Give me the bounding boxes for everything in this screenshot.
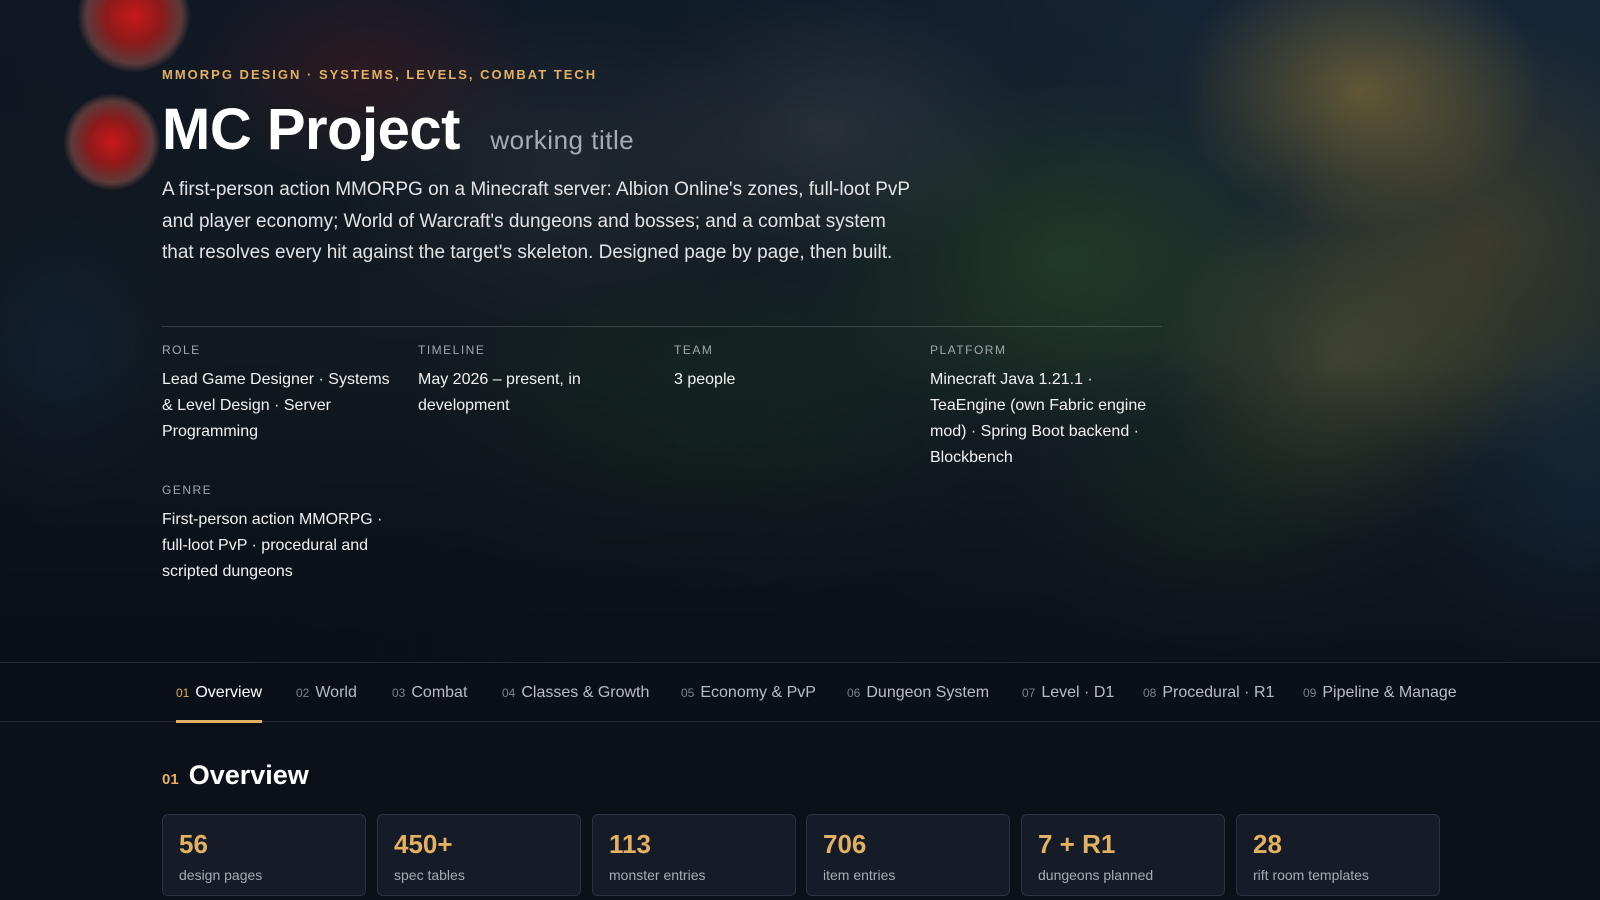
tab-label: Economy & PvP [700,684,816,701]
meta-platform: PLATFORM Minecraft Java 1.21.1 · TeaEngi… [930,343,1165,471]
hero-divider [162,326,1162,327]
meta-role-label: ROLE [162,343,201,357]
meta-timeline: TIMELINE May 2026 – present, in developm… [418,343,653,419]
meta-genre-value: First-person action MMORPG · full-loot P… [162,511,383,580]
stat-label: rift room templates [1253,867,1369,883]
tab-number: 04 [502,686,516,700]
meta-timeline-label: TIMELINE [418,343,486,357]
hero-eyebrow: MMORPG DESIGN · SYSTEMS, LEVELS, COMBAT … [162,67,598,82]
tab-economy-pvp[interactable]: 05 Economy & PvP [681,663,816,722]
meta-platform-label: PLATFORM [930,343,1007,357]
meta-role: ROLE Lead Game Designer · Systems & Leve… [162,343,397,445]
stat-value: 28 [1253,829,1282,859]
tab-label: Classes & Growth [521,684,650,701]
tab-label: Procedural · R1 [1162,684,1275,701]
tab-pipeline-manage[interactable]: 09 Pipeline & Manage [1303,663,1457,722]
stat-label: dungeons planned [1038,867,1154,883]
section-tabs: 01 Overview 02 World 03 Combat 04 Classes & … [0,662,1600,723]
tab-label: Overview [195,684,263,701]
tab-procedural-r1[interactable]: 08 Procedural · R1 [1143,663,1274,722]
section-heading: 01 Overview [162,760,309,791]
portfolio-page: MMORPG DESIGN · SYSTEMS, LEVELS, COMBAT … [0,0,1600,900]
stat-value: 7 + R1 [1038,829,1116,859]
meta-timeline-value: May 2026 – present, in development [418,371,581,414]
meta-role-value: Lead Game Designer · Systems & Level Des… [162,371,390,440]
tab-label: Combat [411,684,468,701]
tab-number: 07 [1022,686,1036,700]
meta-platform-value: Minecraft Java 1.21.1 · TeaEngine (own F… [930,371,1147,466]
meta-team: TEAM 3 people [674,343,909,393]
meta-genre-label: GENRE [162,483,213,497]
title-row: MC Project working title [162,96,634,163]
tab-world[interactable]: 02 World [296,663,357,722]
tab-overview[interactable]: 01 Overview [176,663,263,723]
stat-card-dungeons-planned: 7 + R1 dungeons planned [1021,814,1225,896]
stat-card-item-entries: 706 item entries [806,814,1010,896]
tab-number: 03 [392,686,406,700]
tab-label: World [315,684,357,701]
tab-label: Pipeline & Manage [1322,684,1457,701]
meta-team-value: 3 people [674,371,736,388]
section-title: Overview [188,760,309,790]
stat-value: 706 [823,829,867,859]
map-crater [64,94,160,190]
stat-value: 113 [609,829,651,859]
tab-number: 02 [296,686,310,700]
page-title: MC Project [162,97,460,162]
tab-dungeon-system[interactable]: 06 Dungeon System [847,663,989,722]
hero-banner: MMORPG DESIGN · SYSTEMS, LEVELS, COMBAT … [0,0,1600,662]
tab-number: 01 [176,686,190,700]
tab-level-d1[interactable]: 07 Level · D1 [1022,663,1114,722]
stat-label: item entries [823,867,896,883]
meta-genre: GENRE First-person action MMORPG · full-… [162,483,397,585]
page-subtitle: working title [490,125,635,155]
map-crater [78,0,190,72]
stat-label: spec tables [394,867,465,883]
tab-number: 06 [847,686,861,700]
stat-card-rift-room-templates: 28 rift room templates [1236,814,1440,896]
tab-label: Level · D1 [1041,684,1115,701]
tab-combat[interactable]: 03 Combat [392,663,467,722]
stat-value: 56 [179,829,208,859]
stat-card-design-pages: 56 design pages [162,814,366,896]
meta-team-label: TEAM [674,343,714,357]
section-number: 01 [162,771,179,788]
tab-number: 09 [1303,686,1317,700]
stat-card-monster-entries: 113 monster entries [592,814,796,896]
tab-number: 08 [1143,686,1157,700]
stat-label: design pages [179,867,263,883]
tab-number: 05 [681,686,695,700]
stat-card-spec-tables: 450+ spec tables [377,814,581,896]
tab-label: Dungeon System [866,684,990,701]
hero-intro: A first-person action MMORPG on a Minecr… [162,179,910,263]
stat-value: 450+ [394,829,453,859]
tab-classes-growth[interactable]: 04 Classes & Growth [502,663,649,722]
stat-label: monster entries [609,867,706,883]
